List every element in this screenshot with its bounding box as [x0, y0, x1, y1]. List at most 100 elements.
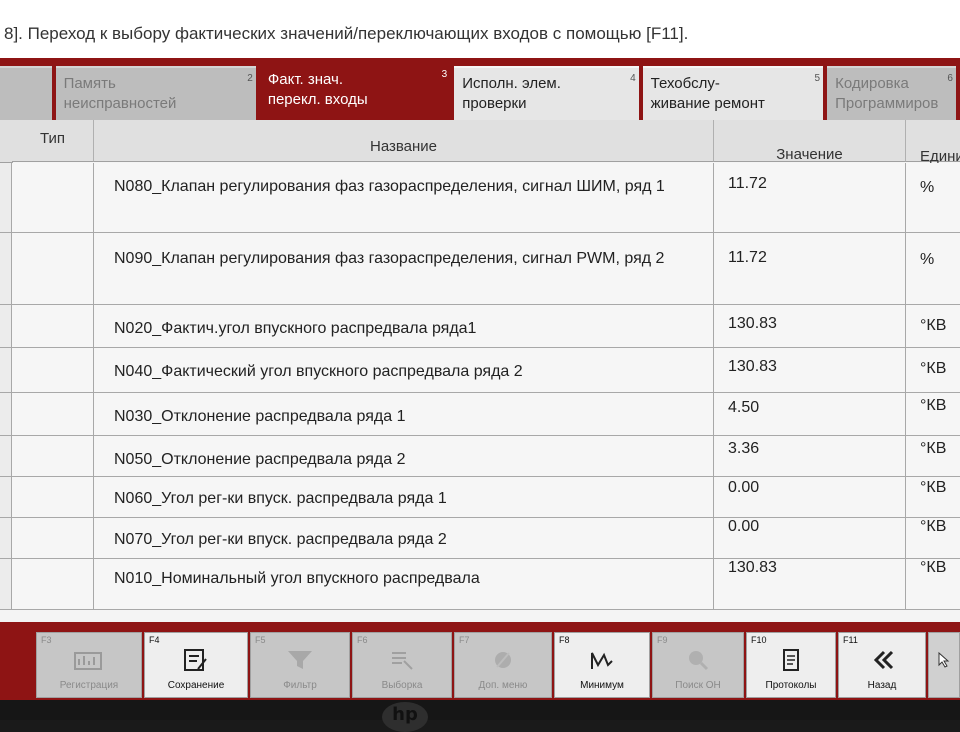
unit-cell: °КВ: [920, 479, 947, 496]
tab-label: Техобслу- живание ремонт: [650, 75, 765, 112]
row-selector[interactable]: [0, 233, 12, 304]
value-cell: 0.00: [714, 477, 906, 517]
logo-text: hp: [392, 704, 418, 725]
function-key-toolbar: F3 Регистрация F4 Сохранение F5 Фильтр F…: [0, 622, 960, 700]
type-cell: [12, 305, 94, 347]
name-cell: N090_Клапан регулирования фаз газораспре…: [94, 233, 714, 304]
selection-button[interactable]: F6 Выборка: [352, 632, 452, 698]
chart-icon: [37, 647, 141, 673]
table-row[interactable]: N070_Угол рег-ки впуск. распредвала ряда…: [0, 518, 960, 559]
save-button[interactable]: F4 Сохранение: [144, 632, 248, 698]
button-label: Поиск OH: [675, 680, 721, 691]
name-cell: N050_Отклонение распредвала ряда 2: [94, 436, 714, 476]
fkey-label: F7: [459, 635, 470, 645]
button-label: Минимум: [580, 680, 624, 691]
row-selector[interactable]: [0, 305, 12, 347]
button-label: Назад: [867, 680, 897, 691]
type-cell: [12, 233, 94, 304]
button-label: Фильтр: [283, 680, 317, 691]
table-row[interactable]: N020_Фактич.угол впускного распредвала р…: [0, 305, 960, 348]
value-cell: 3.36: [714, 436, 906, 476]
value-cell: 130.83: [714, 348, 906, 392]
value-cell: 130.83: [714, 559, 906, 609]
selection-icon: [353, 647, 451, 673]
tab-coding-programming[interactable]: 6 Кодировка Программиров: [827, 66, 956, 126]
type-cell: [12, 477, 94, 517]
button-label: Выборка: [381, 680, 423, 691]
filter-icon: [251, 647, 349, 673]
button-label: Доп. меню: [478, 680, 528, 691]
search-oh-button[interactable]: F9 Поиск OH: [652, 632, 744, 698]
actual-values-table: Тип Название Значение Едини N080_Клапан …: [0, 120, 960, 620]
fkey-label: F3: [41, 635, 52, 645]
back-icon: [839, 647, 925, 673]
button-label: Регистрация: [59, 680, 119, 691]
more-button[interactable]: [928, 632, 960, 698]
extra-menu-icon: [455, 647, 551, 673]
unit-cell: %: [920, 179, 935, 196]
value-cell: 11.72: [714, 233, 906, 304]
value-cell: 11.72: [714, 163, 906, 232]
tab-fault-memory[interactable]: 2 Память неисправностей: [55, 66, 256, 126]
minimum-button[interactable]: F8 Минимум: [554, 632, 650, 698]
row-selector[interactable]: [0, 393, 12, 435]
row-selector[interactable]: [0, 477, 12, 517]
table-row[interactable]: N040_Фактический угол впускного распредв…: [0, 348, 960, 393]
unit-cell: °КВ: [920, 360, 947, 377]
table-row[interactable]: N050_Отклонение распредвала ряда 2 3.36 …: [0, 436, 960, 477]
function-tab-bar: 2 Память неисправностей 3 Факт. знач. пе…: [0, 58, 960, 126]
fkey-label: F11: [843, 635, 858, 645]
type-cell: [12, 348, 94, 392]
unit-cell: %: [920, 251, 935, 268]
fkey-label: F6: [357, 635, 368, 645]
header-type[interactable]: Тип: [12, 120, 94, 162]
hp-logo: hp: [382, 702, 428, 732]
tab-label: Память неисправностей: [63, 75, 177, 112]
name-cell: N010_Номинальный угол впускного распредв…: [94, 559, 714, 609]
row-selector[interactable]: [0, 163, 12, 232]
header-value[interactable]: Значение: [714, 120, 906, 163]
row-selector[interactable]: [0, 436, 12, 476]
header-name[interactable]: Название: [94, 120, 714, 162]
button-label: Сохранение: [167, 680, 225, 691]
fkey-label: F4: [149, 635, 160, 645]
name-cell: N080_Клапан регулирования фаз газораспре…: [94, 163, 714, 232]
tab-label: Факт. знач. перекл. входы: [267, 71, 368, 108]
name-cell: N070_Угол рег-ки впуск. распредвала ряда…: [94, 518, 714, 558]
row-selector[interactable]: [0, 518, 12, 558]
row-selector[interactable]: [0, 559, 12, 609]
table-row[interactable]: N090_Клапан регулирования фаз газораспре…: [0, 233, 960, 305]
extra-menu-button[interactable]: F7 Доп. меню: [454, 632, 552, 698]
name-cell: N030_Отклонение распредвала ряда 1: [94, 393, 714, 435]
fkey-label: F9: [657, 635, 668, 645]
row-selector[interactable]: [0, 348, 12, 392]
table-row[interactable]: N080_Клапан регулирования фаз газораспре…: [0, 163, 960, 233]
value-cell: 130.83: [714, 305, 906, 347]
tab-actual-values[interactable]: 3 Факт. знач. перекл. входы: [259, 62, 451, 126]
fkey-label: F8: [559, 635, 570, 645]
register-button[interactable]: F3 Регистрация: [36, 632, 142, 698]
monitor-bezel: [0, 700, 960, 720]
name-cell: N040_Фактический угол впускного распредв…: [94, 348, 714, 392]
tab-service-repair[interactable]: 5 Техобслу- живание ремонт: [642, 66, 824, 126]
unit-cell: °КВ: [920, 317, 947, 334]
unit-cell: °КВ: [920, 559, 947, 576]
type-cell: [12, 518, 94, 558]
type-cell: [12, 163, 94, 232]
table-row[interactable]: N060_Угол рег-ки впуск. распредвала ряда…: [0, 477, 960, 518]
filter-button[interactable]: F5 Фильтр: [250, 632, 350, 698]
diagnostic-screen: 8]. Переход к выбору фактических значени…: [0, 0, 960, 700]
back-button[interactable]: F11 Назад: [838, 632, 926, 698]
tab-actuator-tests[interactable]: 4 Исполн. элем. проверки: [454, 66, 639, 126]
tab-number: 3: [441, 69, 448, 80]
search-icon: [653, 647, 743, 673]
name-cell: N020_Фактич.угол впускного распредвала р…: [94, 305, 714, 347]
unit-cell: °КВ: [920, 440, 947, 457]
hint-text: 8]. Переход к выбору фактических значени…: [4, 24, 689, 43]
protocols-button[interactable]: F10 Протоколы: [746, 632, 836, 698]
tab-spacer: [0, 66, 52, 126]
table-row[interactable]: N010_Номинальный угол впускного распредв…: [0, 559, 960, 610]
header-unit[interactable]: Едини: [906, 120, 960, 165]
unit-cell: °КВ: [920, 397, 947, 414]
table-row[interactable]: N030_Отклонение распредвала ряда 1 4.50 …: [0, 393, 960, 436]
